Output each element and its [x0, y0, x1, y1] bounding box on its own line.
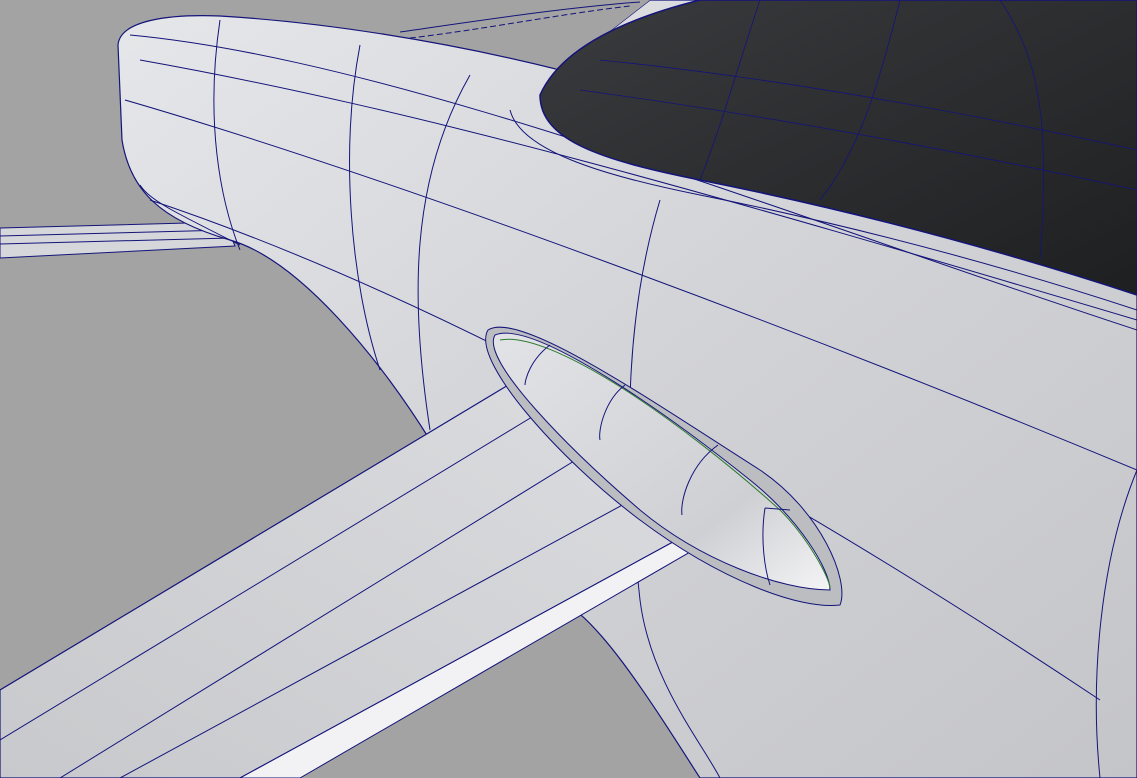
cad-viewport[interactable] — [0, 0, 1137, 778]
model-render — [0, 0, 1137, 778]
